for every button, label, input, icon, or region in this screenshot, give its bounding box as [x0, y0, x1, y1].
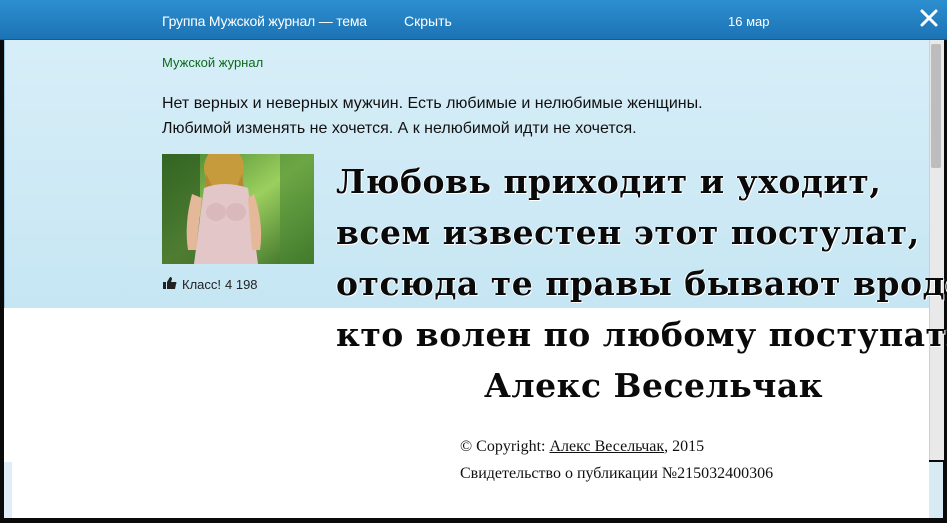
background-strip-left	[4, 462, 12, 518]
like-button[interactable]: Класс! 4 198	[162, 276, 258, 293]
poem-image-text: Любовь приходит и уходит, всем известен …	[336, 156, 947, 411]
copyright-prefix: © Copyright:	[460, 438, 550, 455]
poem-author: Алекс Весельчак	[484, 366, 824, 405]
scrollbar-thumb[interactable]	[931, 44, 941, 168]
poem-line: отсюда те правы бывают вроде,	[336, 264, 947, 303]
author-link[interactable]: Алекс Весельчак	[550, 438, 665, 455]
post-text-line: Любимой изменять не хочется. А к нелюбим…	[162, 120, 637, 137]
copyright-block: © Copyright: Алекс Весельчак, 2015 Свиде…	[460, 433, 773, 487]
poem-line: Любовь приходит и уходит,	[336, 162, 882, 201]
post-date: 16 мар	[728, 14, 770, 29]
poem-line: всем известен этот постулат,	[336, 213, 920, 252]
post-image[interactable]	[162, 154, 314, 264]
like-label: Класс!	[182, 277, 221, 292]
group-name-link[interactable]: Мужской журнал	[162, 55, 263, 70]
background-strip-right	[929, 462, 943, 518]
copyright-line: © Copyright: Алекс Весельчак, 2015	[460, 433, 773, 460]
thumbs-up-icon	[162, 276, 178, 293]
hide-button[interactable]: Скрыть	[404, 13, 452, 29]
top-bar: Группа Мужской журнал — тема Скрыть 16 м…	[0, 0, 947, 40]
post-text: Нет верных и неверных мужчин. Есть любим…	[162, 91, 862, 141]
like-count: 4 198	[225, 277, 258, 292]
post-text-line: Нет верных и неверных мужчин. Есть любим…	[162, 95, 703, 112]
poem-line: кто волен по любому поступать.	[336, 315, 947, 354]
publication-certificate: Свидетельство о публикации №215032400306	[460, 465, 774, 482]
close-icon[interactable]	[918, 7, 940, 29]
topic-title[interactable]: Группа Мужской журнал — тема	[162, 13, 367, 29]
copyright-year: , 2015	[664, 438, 705, 455]
